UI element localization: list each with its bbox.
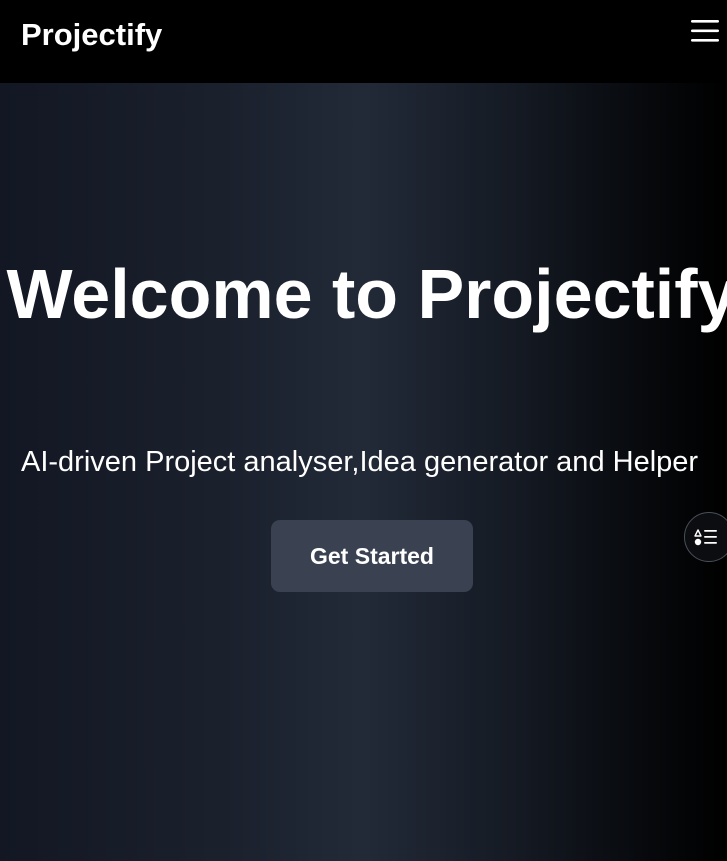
menu-button[interactable] (690, 18, 720, 44)
top-navbar: Projectify (0, 0, 727, 83)
shapes-list-icon (694, 529, 717, 546)
floating-action-button[interactable] (684, 512, 727, 562)
brand-logo-text[interactable]: Projectify (21, 17, 162, 53)
get-started-button[interactable]: Get Started (271, 520, 473, 592)
hero-title: Welcome to Projectify (6, 255, 727, 333)
hamburger-menu-icon (691, 20, 719, 42)
hero-section: Welcome to Projectify AI-driven Project … (0, 83, 727, 861)
hero-subtitle: AI-driven Project analyser,Idea generato… (21, 446, 699, 478)
